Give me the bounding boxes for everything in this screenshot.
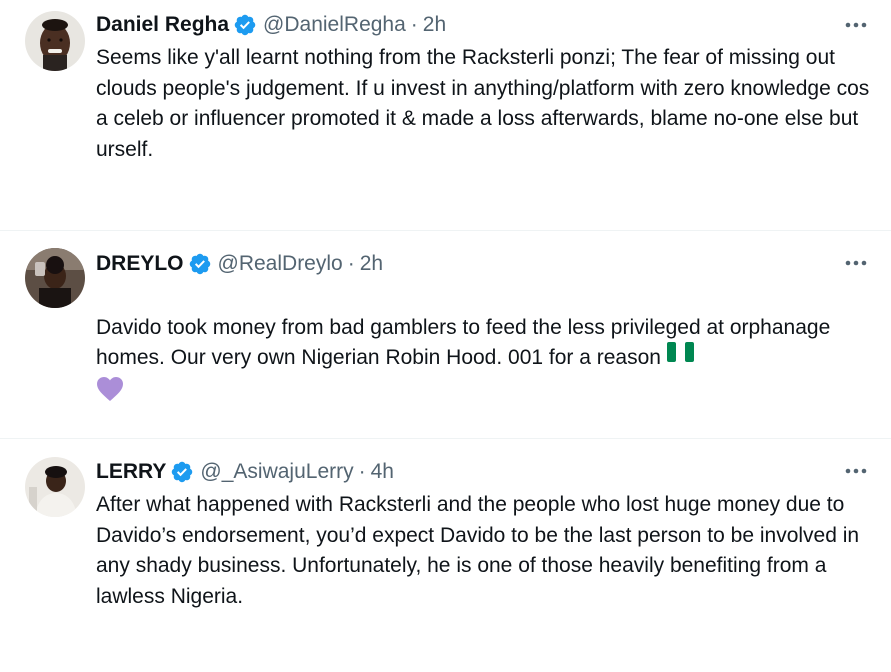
tweet-header: DREYLO @RealDreylo · 2h xyxy=(96,249,383,279)
avatar-daniel-regha-icon xyxy=(25,11,85,71)
avatar[interactable] xyxy=(25,11,85,71)
tweet-text: Davido took money from bad gamblers to f… xyxy=(96,315,831,370)
display-name[interactable]: LERRY xyxy=(96,457,166,487)
tweet[interactable]: DREYLO @RealDreylo · 2h Davido took mone… xyxy=(0,231,891,439)
timestamp[interactable]: 2h xyxy=(423,10,446,40)
display-name[interactable]: Daniel Regha xyxy=(96,10,229,40)
avatar-dreylo-icon xyxy=(25,248,85,308)
handle[interactable]: @RealDreylo xyxy=(218,249,343,279)
separator-dot: · xyxy=(347,252,355,275)
handle[interactable]: @_AsiwajuLerry xyxy=(200,457,353,487)
verified-badge-icon[interactable] xyxy=(170,460,194,484)
timestamp[interactable]: 2h xyxy=(360,249,383,279)
nigeria-flag-icon xyxy=(666,341,694,372)
avatar-lerry-icon xyxy=(25,457,85,517)
tweet-text-container: Davido took money from bad gamblers to f… xyxy=(96,282,876,442)
separator-dot: · xyxy=(358,460,366,483)
purple-heart-icon xyxy=(96,376,876,412)
more-options-icon[interactable] xyxy=(841,461,871,481)
tweet[interactable]: Daniel Regha @DanielRegha · 2h Seems lik… xyxy=(0,0,891,231)
display-name[interactable]: DREYLO xyxy=(96,249,184,279)
verified-badge-icon[interactable] xyxy=(233,13,257,37)
tweet-header: Daniel Regha @DanielRegha · 2h xyxy=(96,10,446,40)
tweet[interactable]: LERRY @_AsiwajuLerry · 4h After what hap… xyxy=(0,439,891,672)
avatar[interactable] xyxy=(25,248,85,308)
handle[interactable]: @DanielRegha xyxy=(263,10,406,40)
more-options-icon[interactable] xyxy=(841,15,871,35)
separator-dot: · xyxy=(410,13,418,36)
avatar[interactable] xyxy=(25,457,85,517)
tweet-text: Seems like y'all learnt nothing from the… xyxy=(96,46,870,161)
tweet-header: LERRY @_AsiwajuLerry · 4h xyxy=(96,457,394,487)
tweet-feed: Daniel Regha @DanielRegha · 2h Seems lik… xyxy=(0,0,891,672)
verified-badge-icon[interactable] xyxy=(188,252,212,276)
timestamp[interactable]: 4h xyxy=(371,457,394,487)
more-options-icon[interactable] xyxy=(841,253,871,273)
tweet-text: After what happened with Racksterli and … xyxy=(96,493,860,608)
